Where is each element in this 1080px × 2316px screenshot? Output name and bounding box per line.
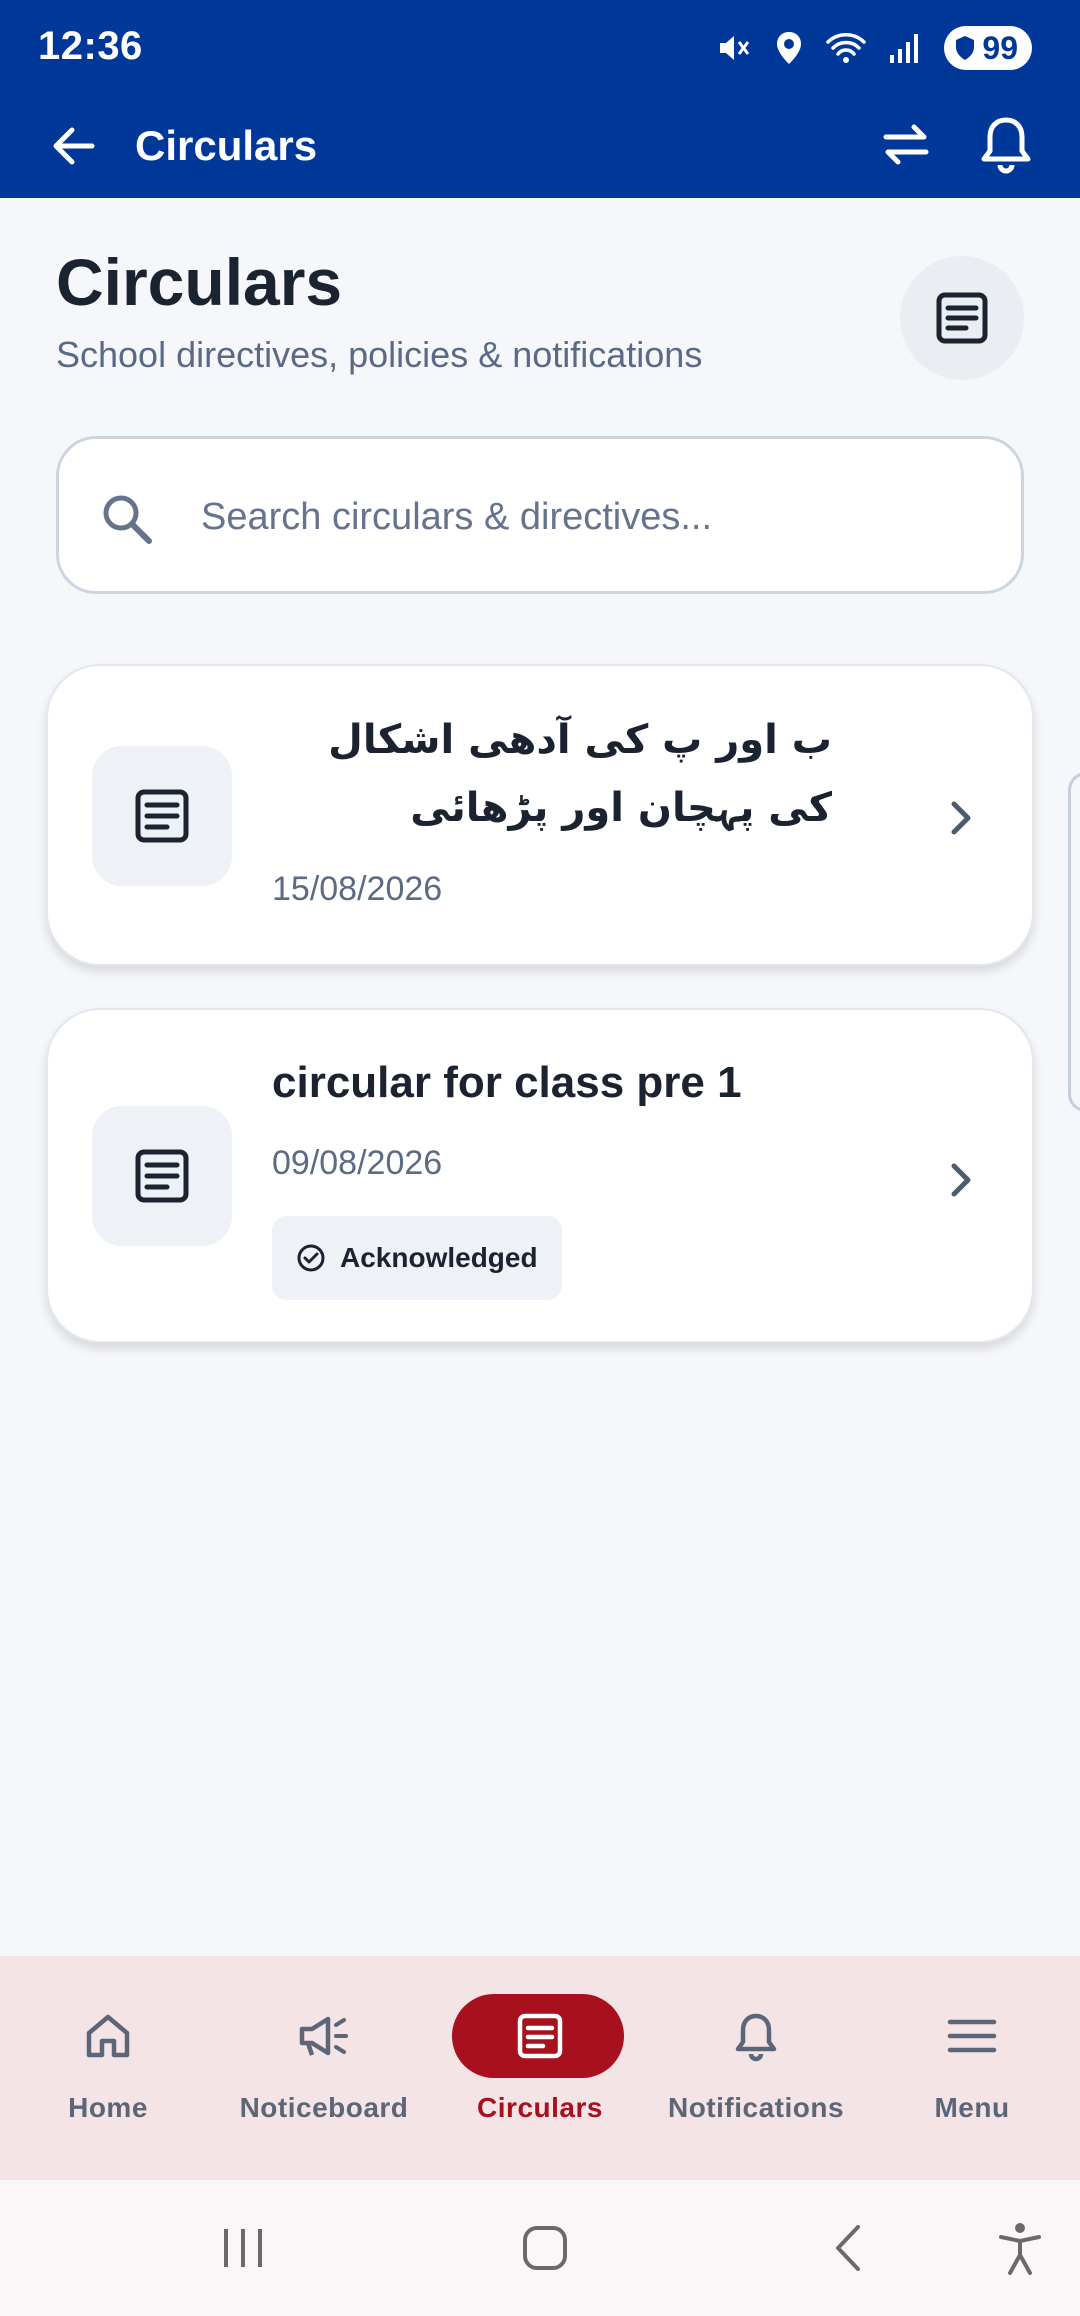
document-icon	[900, 256, 1024, 380]
home-button-icon[interactable]	[505, 2216, 585, 2280]
back-arrow-icon[interactable]	[44, 116, 104, 176]
nav-label: Home	[68, 2092, 148, 2123]
search-box[interactable]	[56, 436, 1024, 594]
battery-icon: 99	[944, 26, 1032, 70]
status-icons: 99	[716, 24, 1032, 72]
circular-date: 09/08/2026	[272, 1144, 443, 1182]
megaphone-icon	[294, 2006, 354, 2066]
circular-date: 15/08/2026	[272, 870, 443, 908]
wifi-icon	[826, 31, 867, 65]
bottom-nav: Home Noticeboard Circulars Notifications…	[0, 1956, 1080, 2180]
recent-apps-icon[interactable]	[203, 2216, 283, 2280]
status-time: 12:36	[38, 24, 143, 68]
page-title: Circulars	[56, 245, 343, 319]
nav-label: Menu	[934, 2092, 1010, 2123]
document-icon	[92, 746, 232, 886]
circular-title: circular for class pre 1	[272, 1058, 742, 1107]
check-circle-icon	[296, 1243, 326, 1273]
back-button-icon[interactable]	[808, 2216, 888, 2280]
document-icon	[92, 1106, 232, 1246]
chevron-right-icon	[938, 1158, 982, 1202]
page-subtitle: School directives, policies & notificati…	[56, 334, 703, 375]
nav-home[interactable]: Home	[0, 1956, 216, 2180]
bell-icon[interactable]	[976, 112, 1036, 176]
battery-level: 99	[982, 29, 1018, 66]
nav-noticeboard[interactable]: Noticeboard	[216, 1956, 432, 2180]
nav-label: Circulars	[477, 2092, 603, 2123]
swap-icon[interactable]	[876, 114, 936, 174]
app-bar: Circulars	[0, 96, 1080, 198]
document-icon	[510, 2006, 570, 2066]
location-icon	[774, 30, 804, 66]
nav-notifications[interactable]: Notifications	[648, 1956, 864, 2180]
top-bar: 12:36 99 Circulars	[0, 0, 1080, 198]
nav-label: Noticeboard	[239, 2092, 409, 2123]
system-nav-bar	[0, 2180, 1080, 2316]
bell-icon	[726, 2006, 786, 2066]
home-icon	[78, 2006, 138, 2066]
chevron-right-icon	[938, 796, 982, 840]
nav-label: Notifications	[667, 2092, 845, 2123]
mute-icon	[716, 30, 752, 66]
status-bar: 12:36 99	[0, 0, 1080, 96]
app-bar-title: Circulars	[135, 122, 318, 169]
circular-card[interactable]: ب اور پ کی آدھی اشکال کی پہچان اور پڑھائ…	[46, 664, 1034, 966]
badge-label: Acknowledged	[340, 1242, 538, 1273]
signal-icon	[888, 31, 922, 65]
nav-circulars[interactable]: Circulars	[432, 1956, 648, 2180]
scroll-indicator[interactable]	[1068, 772, 1080, 1112]
accessibility-icon[interactable]	[980, 2216, 1060, 2280]
circular-card[interactable]: circular for class pre 1 09/08/2026 Ackn…	[46, 1008, 1034, 1343]
circular-title: ب اور پ کی آدھی اشکال کی پہچان اور پڑھائ…	[328, 717, 832, 831]
search-icon	[99, 491, 155, 547]
nav-menu[interactable]: Menu	[864, 1956, 1080, 2180]
acknowledged-badge: Acknowledged	[272, 1216, 562, 1300]
search-input[interactable]	[201, 479, 981, 555]
menu-icon	[942, 2006, 1002, 2066]
